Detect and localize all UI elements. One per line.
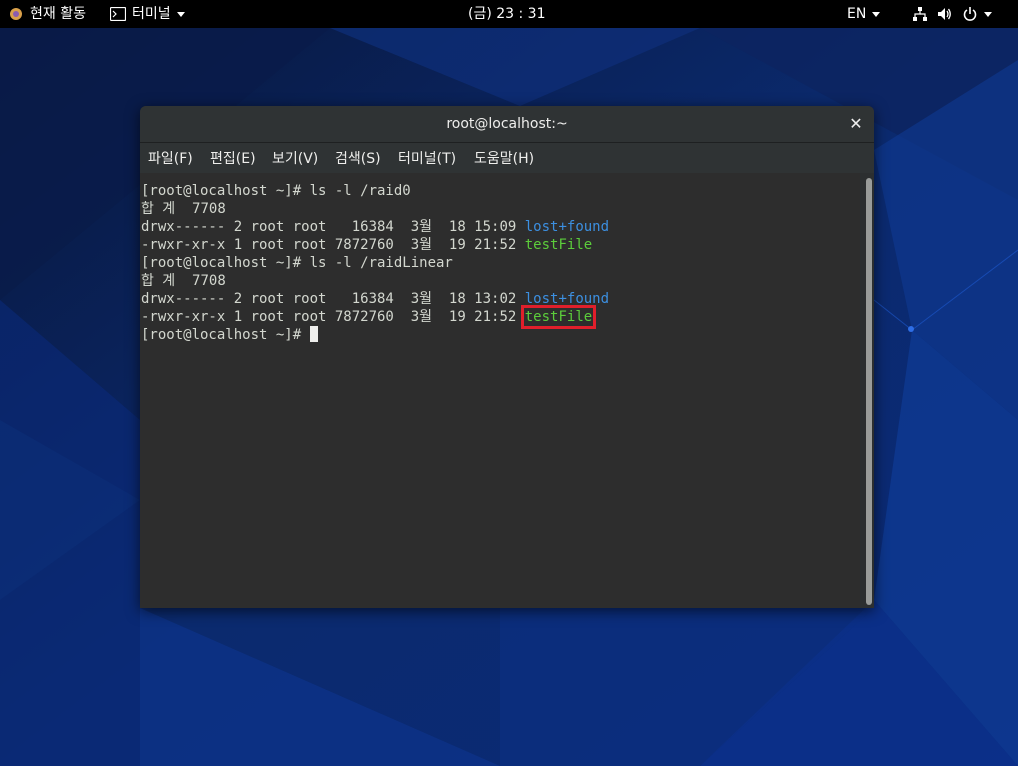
power-icon bbox=[963, 7, 977, 21]
gnome-foot-icon bbox=[10, 8, 22, 20]
clock-button[interactable]: (금) 23 : 31 bbox=[468, 0, 546, 28]
menu-bar: 파일(F) 편집(E) 보기(V) 검색(S) 터미널(T) 도움말(H) bbox=[140, 143, 874, 173]
terminal-window: root@localhost:~ ✕ 파일(F) 편집(E) 보기(V) 검색(… bbox=[140, 106, 874, 608]
activities-button[interactable]: 현재 활동 bbox=[8, 0, 86, 28]
file-name: testFile bbox=[524, 237, 593, 253]
line-text: -rwxr-xr-x 1 root root 7872760 3월 19 21:… bbox=[141, 237, 525, 253]
close-icon: ✕ bbox=[849, 114, 863, 133]
line-text: drwx------ 2 root root 16384 3월 18 13:02 bbox=[141, 291, 525, 307]
terminal-line: -rwxr-xr-x 1 root root 7872760 3월 19 21:… bbox=[141, 305, 597, 329]
text-cursor bbox=[309, 326, 318, 342]
chevron-down-icon bbox=[176, 11, 185, 17]
window-titlebar[interactable]: root@localhost:~ ✕ bbox=[140, 106, 874, 143]
line-text: 합 계 7708 bbox=[141, 201, 226, 217]
menu-terminal[interactable]: 터미널(T) bbox=[398, 143, 456, 173]
menu-search[interactable]: 검색(S) bbox=[335, 143, 381, 173]
menu-edit[interactable]: 편집(E) bbox=[210, 143, 256, 173]
terminal-line: [root@localhost ~]# ls -l /raid0 bbox=[141, 182, 411, 200]
line-text: [root@localhost ~]# ls -l /raidLinear bbox=[141, 255, 453, 271]
clock-label: (금) 23 : 31 bbox=[468, 6, 546, 22]
app-menu-label: 터미널 bbox=[132, 6, 171, 22]
close-button[interactable]: ✕ bbox=[848, 106, 864, 142]
terminal-line: 합 계 7708 bbox=[141, 200, 226, 218]
directory-name: lost+found bbox=[524, 291, 610, 307]
terminal-line: [root@localhost ~]# ls -l /raidLinear bbox=[141, 254, 453, 272]
line-text: drwx------ 2 root root 16384 3월 18 15:09 bbox=[141, 219, 525, 235]
terminal-line: drwx------ 2 root root 16384 3월 18 15:09… bbox=[141, 218, 609, 236]
app-menu-button[interactable]: 터미널 bbox=[110, 0, 185, 28]
menu-view[interactable]: 보기(V) bbox=[272, 143, 318, 173]
volume-icon bbox=[938, 8, 951, 20]
prompt-text: [root@localhost ~]# bbox=[141, 327, 310, 343]
activities-label: 현재 활동 bbox=[30, 6, 86, 22]
language-selector[interactable]: EN bbox=[847, 0, 881, 28]
terminal-line: 합 계 7708 bbox=[141, 272, 226, 290]
chevron-down-icon bbox=[984, 11, 992, 17]
highlighted-file-name: testFile bbox=[520, 305, 597, 329]
terminal-line: drwx------ 2 root root 16384 3월 18 13:02… bbox=[141, 290, 609, 308]
terminal-line: [root@localhost ~]# bbox=[141, 326, 318, 344]
window-title: root@localhost:~ bbox=[446, 116, 568, 132]
scrollbar[interactable] bbox=[866, 178, 872, 605]
language-label: EN bbox=[847, 6, 867, 22]
scrollbar-thumb[interactable] bbox=[866, 178, 872, 605]
terminal-line: -rwxr-xr-x 1 root root 7872760 3월 19 21:… bbox=[141, 236, 592, 254]
menu-help[interactable]: 도움말(H) bbox=[474, 143, 534, 173]
menu-file[interactable]: 파일(F) bbox=[148, 143, 193, 173]
system-menu-button[interactable] bbox=[912, 0, 992, 28]
line-text: 합 계 7708 bbox=[141, 273, 226, 289]
line-text: [root@localhost ~]# ls -l /raid0 bbox=[141, 183, 411, 199]
directory-name: lost+found bbox=[524, 219, 610, 235]
network-icon bbox=[913, 7, 927, 21]
line-text: -rwxr-xr-x 1 root root 7872760 3월 19 21:… bbox=[141, 309, 525, 325]
terminal-output[interactable]: [root@localhost ~]# ls -l /raid0 합 계 770… bbox=[140, 173, 860, 608]
terminal-icon bbox=[110, 7, 126, 21]
top-bar: 현재 활동 터미널 (금) 23 : 31 EN bbox=[0, 0, 1018, 28]
chevron-down-icon bbox=[872, 11, 881, 17]
